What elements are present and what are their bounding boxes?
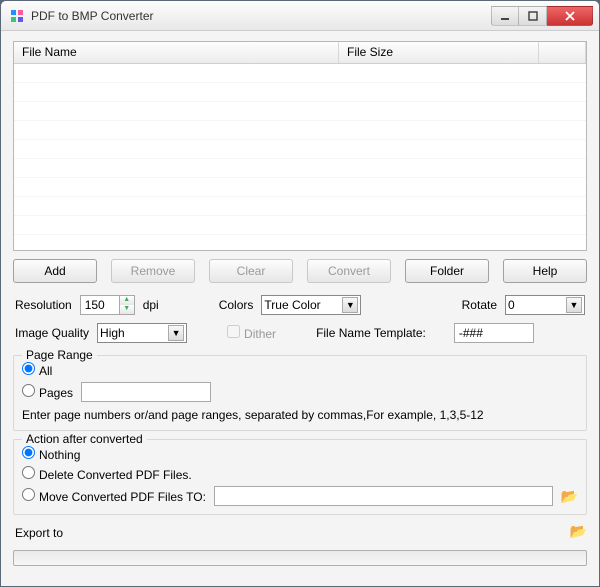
action-group: Action after converted Nothing Delete Co… bbox=[13, 439, 587, 515]
help-button[interactable]: Help bbox=[503, 259, 587, 283]
export-label: Export to bbox=[13, 524, 63, 540]
client-area: File Name File Size Add Remove Clear Con… bbox=[1, 31, 599, 586]
remove-button[interactable]: Remove bbox=[111, 259, 195, 283]
browse-move-folder-icon[interactable]: 📂 bbox=[561, 488, 578, 505]
app-window: PDF to BMP Converter File Name File Size… bbox=[0, 0, 600, 587]
resolution-label: Resolution bbox=[15, 298, 72, 312]
minimize-button[interactable] bbox=[491, 6, 519, 26]
action-legend: Action after converted bbox=[22, 432, 147, 446]
dither-checkbox[interactable] bbox=[227, 325, 240, 338]
image-quality-select[interactable]: High ▼ bbox=[97, 323, 187, 343]
app-icon bbox=[9, 8, 25, 24]
chevron-down-icon[interactable]: ▼ bbox=[168, 325, 184, 341]
column-header-filename[interactable]: File Name bbox=[14, 42, 339, 63]
action-delete[interactable]: Delete Converted PDF Files. bbox=[22, 466, 192, 482]
page-range-hint: Enter page numbers or/and page ranges, s… bbox=[22, 408, 484, 422]
dpi-label: dpi bbox=[143, 298, 183, 312]
export-row: Export to 📂 bbox=[13, 523, 587, 540]
page-range-input[interactable] bbox=[81, 382, 211, 402]
colors-select[interactable]: True Color ▼ bbox=[261, 295, 361, 315]
image-quality-value: High bbox=[100, 326, 125, 340]
chevron-down-icon[interactable]: ▼ bbox=[120, 305, 134, 314]
toolbar: Add Remove Clear Convert Folder Help bbox=[13, 259, 587, 283]
clear-button[interactable]: Clear bbox=[209, 259, 293, 283]
file-list[interactable]: File Name File Size bbox=[13, 41, 587, 251]
action-nothing[interactable]: Nothing bbox=[22, 446, 80, 462]
rotate-select[interactable]: 0 ▼ bbox=[505, 295, 585, 315]
chevron-down-icon[interactable]: ▼ bbox=[566, 297, 582, 313]
settings-panel: Resolution ▲▼ dpi Colors True Color ▼ Ro… bbox=[13, 291, 587, 347]
resolution-input[interactable] bbox=[80, 295, 120, 315]
rotate-label: Rotate bbox=[462, 298, 497, 312]
colors-value: True Color bbox=[264, 298, 320, 312]
action-delete-radio[interactable] bbox=[22, 466, 35, 479]
progress-bar bbox=[13, 550, 587, 566]
image-quality-label: Image Quality bbox=[15, 326, 89, 340]
template-input[interactable] bbox=[454, 323, 534, 343]
file-list-rows[interactable] bbox=[14, 64, 586, 250]
template-label: File Name Template: bbox=[316, 326, 426, 340]
add-button[interactable]: Add bbox=[13, 259, 97, 283]
page-range-legend: Page Range bbox=[22, 348, 97, 362]
window-title: PDF to BMP Converter bbox=[31, 9, 487, 23]
maximize-button[interactable] bbox=[519, 6, 547, 26]
action-nothing-radio[interactable] bbox=[22, 446, 35, 459]
page-range-pages-radio[interactable] bbox=[22, 384, 35, 397]
page-range-pages[interactable]: Pages bbox=[22, 384, 73, 400]
chevron-down-icon[interactable]: ▼ bbox=[342, 297, 358, 313]
file-list-header: File Name File Size bbox=[14, 42, 586, 64]
colors-label: Colors bbox=[219, 298, 254, 312]
column-header-spare bbox=[539, 42, 586, 63]
page-range-all-radio[interactable] bbox=[22, 362, 35, 375]
rotate-value: 0 bbox=[508, 298, 515, 312]
action-move-radio[interactable] bbox=[22, 488, 35, 501]
page-range-group: Page Range All Pages Enter page numbers … bbox=[13, 355, 587, 431]
resolution-stepper[interactable]: ▲▼ bbox=[80, 295, 135, 315]
page-range-all[interactable]: All bbox=[22, 362, 52, 378]
titlebar: PDF to BMP Converter bbox=[1, 1, 599, 31]
dither-checkbox-label[interactable]: Dither bbox=[227, 325, 276, 341]
convert-button[interactable]: Convert bbox=[307, 259, 391, 283]
chevron-up-icon[interactable]: ▲ bbox=[120, 296, 134, 305]
move-path-input[interactable] bbox=[214, 486, 553, 506]
close-button[interactable] bbox=[547, 6, 593, 26]
resolution-spinner-arrows[interactable]: ▲▼ bbox=[120, 295, 135, 315]
column-header-filesize[interactable]: File Size bbox=[339, 42, 539, 63]
folder-button[interactable]: Folder bbox=[405, 259, 489, 283]
browse-export-folder-icon[interactable]: 📂 bbox=[570, 523, 587, 540]
action-move[interactable]: Move Converted PDF Files TO: bbox=[22, 488, 206, 504]
